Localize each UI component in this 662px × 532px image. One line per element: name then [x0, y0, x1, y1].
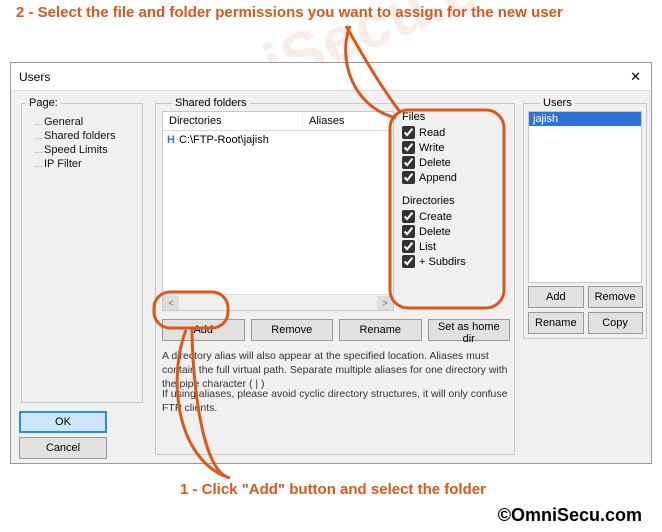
shared-add-button[interactable]: Add — [162, 319, 245, 341]
perm-dirs-subdirs[interactable]: + Subdirs — [400, 254, 510, 269]
page-group: Page: General Shared folders Speed Limit… — [21, 97, 143, 403]
close-icon[interactable]: ✕ — [626, 69, 645, 85]
list-item[interactable]: jajish — [529, 112, 641, 126]
perm-dirs-create[interactable]: Create — [400, 209, 510, 224]
perm-dirs-create-checkbox[interactable] — [402, 210, 415, 223]
window-title: Users — [19, 70, 50, 84]
h-scrollbar[interactable]: < > — [163, 294, 393, 310]
permissions-panel: Files Read Write Delete Append Directori… — [400, 109, 510, 269]
perm-dirs-delete-checkbox[interactable] — [402, 225, 415, 238]
page-item-speed-limits[interactable]: Speed Limits — [28, 143, 141, 157]
directory-path: C:\FTP-Root\jajish — [179, 134, 269, 146]
instruction-step-2: 2 - Select the file and folder permissio… — [16, 4, 646, 21]
users-list[interactable]: jajish — [528, 111, 642, 283]
col-aliases[interactable]: Aliases — [303, 112, 393, 130]
users-group-label: Users — [540, 97, 575, 109]
perm-dirs-list-checkbox[interactable] — [402, 240, 415, 253]
col-directories[interactable]: Directories — [163, 112, 303, 130]
perm-files-delete[interactable]: Delete — [400, 155, 510, 170]
users-add-button[interactable]: Add — [528, 286, 584, 308]
page-item-ip-filter[interactable]: IP Filter — [28, 157, 141, 171]
shared-remove-button[interactable]: Remove — [251, 319, 334, 341]
perm-dirs-list[interactable]: List — [400, 239, 510, 254]
dirs-perm-label: Directories — [400, 193, 510, 209]
help-text-cyclic: If using aliases, please avoid cyclic di… — [162, 387, 508, 415]
users-remove-button[interactable]: Remove — [588, 286, 643, 308]
cancel-button[interactable]: Cancel — [19, 437, 107, 459]
ok-button[interactable]: OK — [19, 411, 107, 433]
home-marker: H — [167, 134, 175, 146]
users-group: Users jajish Add Remove Rename Copy — [523, 97, 647, 339]
page-group-label: Page: — [26, 97, 61, 109]
perm-files-read-checkbox[interactable] — [402, 126, 415, 139]
perm-dirs-delete[interactable]: Delete — [400, 224, 510, 239]
credit-text: ©OmniSecu.com — [498, 505, 642, 526]
perm-files-write[interactable]: Write — [400, 140, 510, 155]
page-item-general[interactable]: General — [28, 115, 141, 129]
help-text-aliases: A directory alias will also appear at th… — [162, 349, 508, 392]
users-copy-button[interactable]: Copy — [588, 312, 643, 334]
perm-files-append-checkbox[interactable] — [402, 171, 415, 184]
perm-dirs-subdirs-checkbox[interactable] — [402, 255, 415, 268]
table-row[interactable]: H C:\FTP-Root\jajish — [163, 131, 393, 149]
directories-table[interactable]: Directories Aliases H C:\FTP-Root\jajish… — [162, 111, 394, 311]
shared-folders-label: Shared folders — [172, 97, 250, 109]
perm-files-append[interactable]: Append — [400, 170, 510, 185]
page-tree: General Shared folders Speed Limits IP F… — [22, 111, 142, 171]
shared-folders-group: Shared folders Directories Aliases H C:\… — [155, 97, 515, 455]
files-perm-label: Files — [400, 109, 510, 125]
shared-rename-button[interactable]: Rename — [339, 319, 422, 341]
users-dialog: Users ✕ Page: General Shared folders Spe… — [10, 62, 652, 464]
shared-set-home-button[interactable]: Set as home dir — [428, 319, 511, 341]
users-rename-button[interactable]: Rename — [528, 312, 584, 334]
page-item-shared-folders[interactable]: Shared folders — [28, 129, 141, 143]
instruction-step-1: 1 - Click "Add" button and select the fo… — [180, 481, 486, 498]
perm-files-delete-checkbox[interactable] — [402, 156, 415, 169]
perm-files-read[interactable]: Read — [400, 125, 510, 140]
scroll-left-icon[interactable]: < — [163, 296, 179, 310]
perm-files-write-checkbox[interactable] — [402, 141, 415, 154]
scroll-right-icon[interactable]: > — [377, 296, 393, 310]
